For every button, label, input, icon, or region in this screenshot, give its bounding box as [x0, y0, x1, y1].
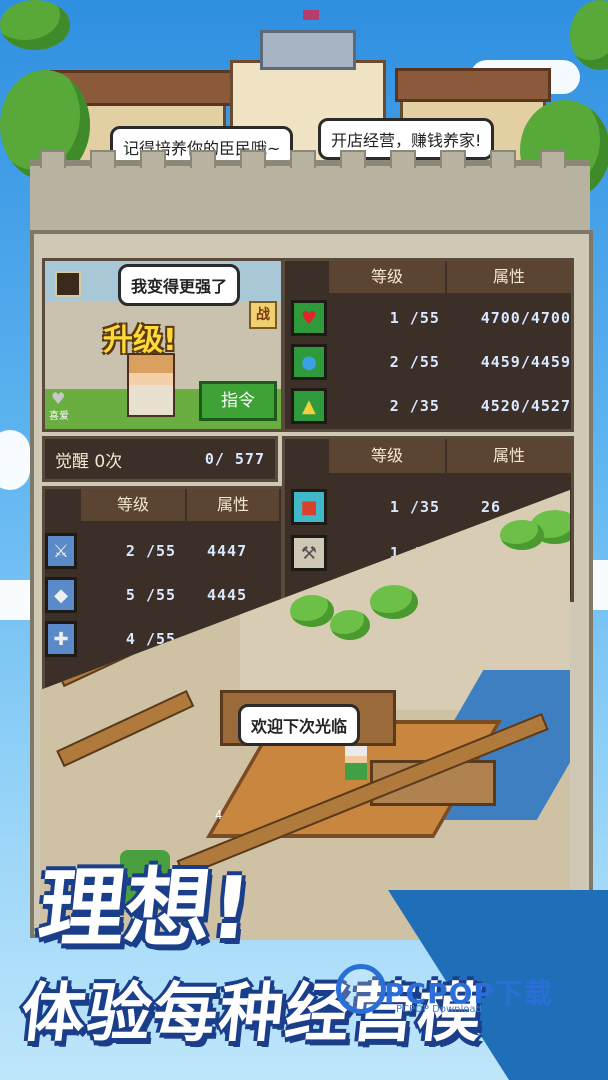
favorite-label: 喜爱 — [49, 411, 69, 422]
equip-row-level: 5 /55 — [125, 586, 177, 604]
hammer-icon: ⚒ — [291, 535, 327, 571]
wall-merlon — [40, 150, 66, 168]
skill-row-level: 1 /35 — [389, 498, 441, 516]
awaken-label: 觉醒 0次 — [55, 451, 123, 472]
wall-merlon — [390, 150, 416, 168]
wall-merlon — [90, 150, 116, 168]
wall-merlon — [440, 150, 466, 168]
command-button[interactable]: 指令 — [199, 381, 277, 421]
tree-top-right — [570, 0, 608, 70]
stats-row-value: 4700/4700 — [480, 309, 571, 327]
bush — [330, 610, 370, 640]
wall-merlon — [540, 150, 566, 168]
stats-row[interactable]: ● 2 /55 4459/4459 — [285, 341, 571, 383]
tree-top-left — [0, 0, 70, 50]
skill-header-row: 等级 属性 — [285, 439, 571, 473]
slogan-line-1: 理想! — [33, 859, 256, 959]
watermark: PCPOP下载 PCPOP Download — [336, 960, 596, 1020]
flag-icon — [303, 10, 319, 20]
stats-row-level: 1 /55 — [389, 309, 440, 327]
stats-row[interactable]: ▲ 2 /35 4520/4527 — [285, 385, 571, 427]
wall-merlon — [290, 150, 316, 168]
book-icon[interactable] — [55, 271, 81, 297]
wall-merlon — [140, 150, 166, 168]
equip-row[interactable]: ⚔ 2 /55 4447 — [45, 531, 281, 571]
stats-row-level: 2 /35 — [389, 397, 440, 415]
counter-number: 4 — [215, 808, 223, 822]
speech-bubble-welcome: 欢迎下次光临 — [238, 704, 361, 746]
sword-icon: ⚔ — [45, 533, 77, 569]
level-up-label: 升级! — [103, 323, 177, 358]
shield-icon: ◆ — [45, 577, 77, 613]
portrait-hero — [127, 353, 175, 417]
equip-row-value: 4445 — [207, 586, 248, 604]
awaken-progress: 0/ 577 — [204, 450, 265, 468]
armor-icon: ✚ — [45, 621, 77, 657]
scroll-icon: ■ — [291, 489, 327, 525]
right-house-roof — [395, 68, 551, 102]
wall-merlon — [240, 150, 266, 168]
equip-row-value: 4447 — [207, 542, 248, 560]
cloud — [0, 430, 30, 490]
equip-row-level: 2 /55 — [125, 542, 177, 560]
stats-table: 等级 属性 ♥ 1 /55 4700/4700 ● 2 /55 4459/445… — [282, 258, 574, 432]
equip-header-level: 等级 — [81, 489, 185, 521]
fence — [56, 689, 195, 768]
wall-merlon — [190, 150, 216, 168]
stats-header-attribute: 属性 — [447, 261, 571, 293]
equip-header-attribute: 属性 — [187, 489, 279, 521]
skill-header-blank — [285, 439, 327, 473]
stats-header-blank — [285, 261, 327, 293]
equip-header-blank — [45, 489, 79, 521]
equip-header-row: 等级 属性 — [45, 489, 281, 521]
skill-header-level: 等级 — [329, 439, 445, 473]
boot-icon: ▲ — [291, 388, 327, 424]
stats-row-value: 4459/4459 — [480, 353, 571, 371]
wall-merlon — [340, 150, 366, 168]
awaken-bar: 觉醒 0次 0/ 577 — [42, 436, 278, 482]
skill-row-value: 26 — [481, 498, 502, 516]
bush — [500, 520, 544, 550]
skill-header-attribute: 属性 — [447, 439, 571, 473]
wall-merlon — [490, 150, 516, 168]
stats-row[interactable]: ♥ 1 /55 4700/4700 — [285, 297, 571, 339]
heart-icon: ♥ — [51, 389, 66, 408]
stats-header-level: 等级 — [329, 261, 445, 293]
potion-icon: ● — [291, 344, 327, 380]
castle-wall — [30, 150, 590, 236]
bush — [370, 585, 418, 619]
equip-row[interactable]: ◆ 5 /55 4445 — [45, 575, 281, 615]
bush — [290, 595, 334, 627]
castle-keep-roof — [260, 30, 356, 70]
stats-header-row: 等级 属性 — [285, 261, 571, 293]
watermark-logo-icon — [336, 964, 386, 1014]
stats-row-value: 4520/4527 — [480, 397, 571, 415]
speech-bubble-stronger: 我变得更强了 — [118, 264, 241, 306]
shopkeeper — [345, 746, 367, 780]
watermark-subtitle: PCPOP Download — [396, 1004, 482, 1015]
battle-badge: 战 — [249, 301, 277, 329]
stats-row-level: 2 /55 — [389, 353, 440, 371]
heart-icon: ♥ — [291, 300, 327, 336]
